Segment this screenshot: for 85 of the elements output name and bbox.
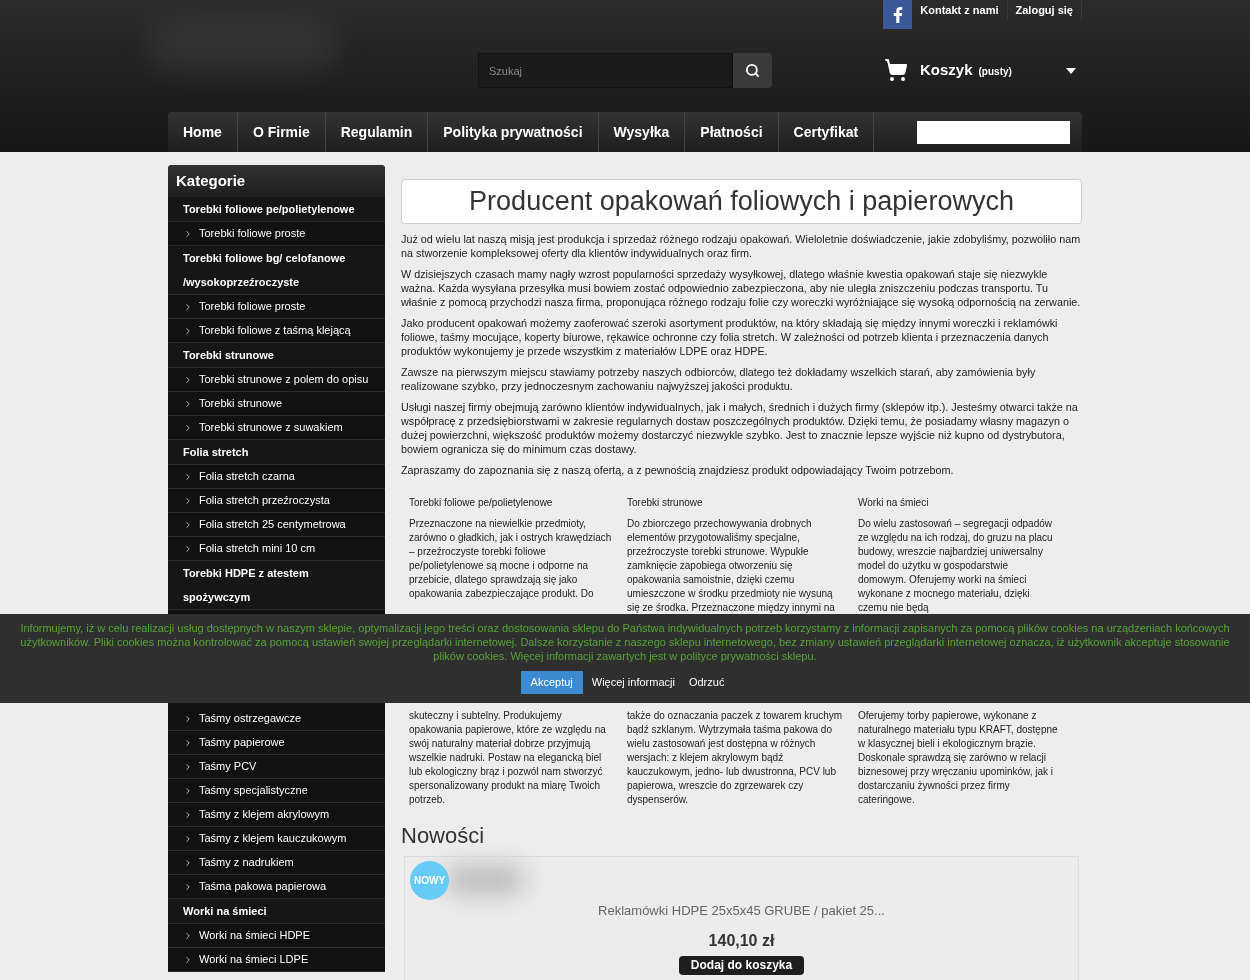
- intro-paragraph: Zawsze na pierwszym miejscu stawiamy potrzeby naszych odbiorców, dlatego też dokładamy wszelkich starań, aby zamówienia były realizowane szybko, przy jednoczesnym zachowaniu najwyższej jakości produktu.: [401, 365, 1037, 393]
- facebook-icon[interactable]: [883, 0, 913, 29]
- product-name[interactable]: Reklamówki HDPE 25x5x45 GRUBE / pakiet 25...: [598, 901, 885, 921]
- intro-paragraph: Już od wielu lat naszą misją jest produkcja i sprzedaż różnego rodzaju opakowań. Wieloletnie doświadczenie, jakie zdobyliśmy, pozwoliło nam na stworzenie kompleksowej oferty dla klientów indywidualnych oraz firm.: [401, 232, 1082, 260]
- search-button[interactable]: [733, 53, 772, 88]
- subcategory-link[interactable]: Torebki foliowe proste: [168, 295, 385, 319]
- chevron-icon: [183, 519, 193, 530]
- category-link[interactable]: Worki na śmieci: [168, 899, 385, 924]
- subcategory-link[interactable]: Taśmy z klejem kauczukowym: [168, 827, 385, 851]
- chevron-icon: [183, 398, 193, 409]
- category-link[interactable]: Torebki foliowe pe/polietylenowe: [168, 197, 385, 222]
- subcategory-link[interactable]: Taśmy specjalistyczne: [168, 779, 385, 803]
- feature-text: Do zbiorczego przechowywania drobnych elementów przygotowaliśmy specjalne, przeźroczyste torebki strunowe. Wypukłe zamknięcie zapobiega otworzeniu się opakowania samoistnie, dzięki czemu umieszczone w środku przedmioty nie wysuną się ze środka. Przeznaczone między innymi na: [627, 517, 836, 615]
- intro-paragraph: Zapraszamy do zapoznania się z naszą ofertą, a z pewnością znajdziesz produkt odpowiadający Twoim potrzebom.: [401, 463, 955, 477]
- cart-status: (pusty): [978, 65, 1012, 79]
- feature-text: skuteczny i subtelny. Produkujemy opakowania papierowe, które ze względu na swój naturalny materiał dobrze przyjmują wszelkie nadruki. Postaw na elegancką biel lub ekologiczny brąz i pozwól nam stworzyć spersonalizowany produkt na miarę Twoich potrzeb.: [409, 709, 607, 807]
- chevron-icon: [183, 881, 193, 892]
- feature-text: Do wielu zastosowań – segregacji odpadów ze względu na ich rodzaj, do gruzu na placu budowy, wreszcie najbardziej uniwersalny model do użytku w gospodarstwie domowym. Oferujemy worki na śmieci wykonane z mocnego materiału, dzięki czemu nie będą: [858, 517, 1054, 615]
- feature-title: Torebki strunowe: [627, 496, 704, 510]
- nav-link[interactable]: O Firmie: [237, 112, 326, 152]
- subcategory-link[interactable]: Taśmy z klejem akrylowym: [168, 803, 385, 827]
- subcategory-link[interactable]: Folia stretch czarna: [168, 465, 385, 489]
- page-title: Producent opakowań foliowych i papierowych: [401, 179, 1082, 224]
- subcategory-link[interactable]: Torebki strunowe z polem do opisu: [168, 368, 385, 392]
- feature-title: Worki na śmieci: [858, 496, 930, 510]
- chevron-icon: [183, 954, 193, 965]
- search-field[interactable]: Szukaj: [478, 53, 733, 88]
- subcategory-link[interactable]: Worki na śmieci LDPE: [168, 948, 385, 972]
- nav-link[interactable]: Regulamin: [325, 112, 429, 152]
- cookie-button[interactable]: Akceptuj: [520, 671, 583, 694]
- category-link[interactable]: Torebki foliowe bg/ celofanowe /wysokoprzeźroczyste: [168, 246, 385, 295]
- chevron-icon: [183, 495, 193, 506]
- chevron-icon: [183, 325, 193, 336]
- search-icon: [745, 63, 760, 78]
- new-badge: NOWY: [410, 861, 449, 900]
- feature-title: Torebki foliowe pe/polietylenowe: [409, 496, 554, 510]
- chevron-icon: [183, 761, 193, 772]
- chevron-icon: [183, 228, 193, 239]
- subcategory-link[interactable]: Folia stretch 25 centymetrowa: [168, 513, 385, 537]
- category-link[interactable]: Torebki strunowe: [168, 343, 385, 368]
- nav-link[interactable]: Home: [168, 112, 238, 152]
- intro-paragraph: Usługi naszej firmy obejmują zarówno klientów indywidualnych, jak i małych, średnich i dużych firmy (sklepów itp.). Jesteśmy otwarci także na współpracę z przedsiębiorstwami w zakresie regularnych dostaw poszczególnych produktów. Dzięki temu, że posiadamy własny magazyn o dużej powierzchni, większość produktów możemy dostarczyć niezwykle szybko. Jest to znacznie lepsze wyjście niż kupno od dystrybutora, bowiem ogranicza się do minimum czas dostawy.: [401, 400, 1079, 456]
- feature-text: także do oznaczania paczek z towarem kruchym bądź szklanym. Wytrzymała taśma pakowa do wielu zastosowań jest dostępna w różnych wersjach: z klejem akrylowym bądź kauczukowym, jedno- lub dwustronna, PCV lub papierowa, wreszcie do zgrzewarek czy dyspenserów.: [627, 709, 844, 807]
- top-link[interactable]: Zaloguj się: [1007, 0, 1082, 20]
- chevron-icon: [183, 833, 193, 844]
- subcategory-link[interactable]: Folia stretch przeźroczysta: [168, 489, 385, 513]
- feature-text: Przeznaczone na niewielkie przedmioty, zarówno o gładkich, jak i ostrych krawędziach – przeźroczyste torebki foliowe pe/polietylenowe są mocne i odporne na przebicie, dlatego sprawdzają się jako opakowania zabezpieczające produkt. Do: [409, 517, 613, 601]
- chevron-icon: [183, 737, 193, 748]
- subcategory-link[interactable]: Worki na śmieci HDPE: [168, 924, 385, 948]
- chevron-icon: [183, 374, 193, 385]
- nav-link[interactable]: Certyfikat: [778, 112, 875, 152]
- intro-paragraph: W dzisiejszych czasach mamy nagły wzrost popularności sprzedaży wysyłkowej, dlatego właśnie kwestia opakowań staje się niezwykle ważna. Każda wysyłana przesyłka musi bowiem zostać odpowiednio zabezpieczona, aby nie uległa zniszczeniu podczas transportu. Tu właśnie z pomocą przychodzi nasza firma, proponująca różnego rodzaju folie czy woreczki wyróżniające się wysoką odpornością na zerwanie.: [401, 267, 1082, 309]
- add-to-cart-button[interactable]: Dodaj do koszyka: [678, 955, 805, 975]
- category-link[interactable]: Folia stretch: [168, 440, 385, 465]
- chevron-icon: [183, 857, 193, 868]
- top-link[interactable]: Kontakt z nami: [912, 0, 1008, 20]
- category-link[interactable]: Torebki HDPE z atestem spożywczym: [168, 561, 385, 610]
- chevron-icon: [183, 471, 193, 482]
- chevron-icon: [183, 785, 193, 796]
- section-title: Nowości: [401, 822, 486, 850]
- cookie-button[interactable]: Więcej informacji: [586, 671, 680, 694]
- sidebar-title: Kategorie: [168, 165, 385, 197]
- chevron-icon: [183, 713, 193, 724]
- cart-label[interactable]: Koszyk: [920, 58, 973, 82]
- nav-link[interactable]: Polityka prywatności: [428, 112, 599, 152]
- chevron-icon: [183, 422, 193, 433]
- feature-text: Oferujemy torby papierowe, wykonane z naturalnego materiału typu KRAFT, dostępne w klasycznej bieli i ekologicznym brązie. Doskonale sprawdzą się zarówno w relacji biznesowej przy wręczaniu upominków, jak i dostarczaniu żywności przez firmy cateringowe.: [858, 709, 1058, 807]
- intro-paragraph: Jako producent opakowań możemy zaoferować szeroki asortyment produktów, na który składają się między innymi woreczki i reklamówki foliowe, taśmy mocujące, koperty biurowe, rękawice ochronne czy folia stretch. W zależności od potrzeb klienta i przeznaczenia danych produktów wykonujemy je przede wszystkim z materiałów LDPE oraz HDPE.: [401, 316, 1059, 358]
- subcategory-link[interactable]: Taśmy z nadrukiem: [168, 851, 385, 875]
- cart-icon[interactable]: [884, 58, 908, 82]
- nav-link[interactable]: Wysyłka: [598, 112, 686, 152]
- chevron-icon: [183, 543, 193, 554]
- chevron-icon: [183, 809, 193, 820]
- cookie-text: Informujemy, iż w celu realizacji usług dostępnych w naszym sklepie, optymalizacji jego treści oraz dostosowania sklepu do Państwa indywidualnych potrzeb korzystamy z informacji zapisanych za pomocą plików cookies na urządzeniach końcowych użytkowników. Pliki cookies można kontrolować za pomocą ustawień swojej przeglądarki internetowej. Dalsze korzystanie z naszego sklepu internetowego, bez zmiany ustawień przeglądarki internetowej oznacza, iż użytkownik akceptuje stosowanie plików cookies. Więcej informacji zawartych jest w polityce prywatności sklepu.: [19, 621, 1231, 663]
- subcategory-link[interactable]: Taśmy PCV: [168, 755, 385, 779]
- product-price: 140,10 zł: [708, 930, 775, 951]
- caret-down-icon[interactable]: [1066, 68, 1076, 74]
- subcategory-link[interactable]: Torebki strunowe: [168, 392, 385, 416]
- subcategory-link[interactable]: Taśmy papierowe: [168, 731, 385, 755]
- subcategory-link[interactable]: Taśmy ostrzegawcze: [168, 707, 385, 731]
- nav-link[interactable]: Płatności: [685, 112, 779, 152]
- nav-input-field[interactable]: [917, 120, 1070, 144]
- chevron-icon: [183, 930, 193, 941]
- chevron-icon: [183, 301, 193, 312]
- cookie-button[interactable]: Odrzuć: [683, 671, 730, 694]
